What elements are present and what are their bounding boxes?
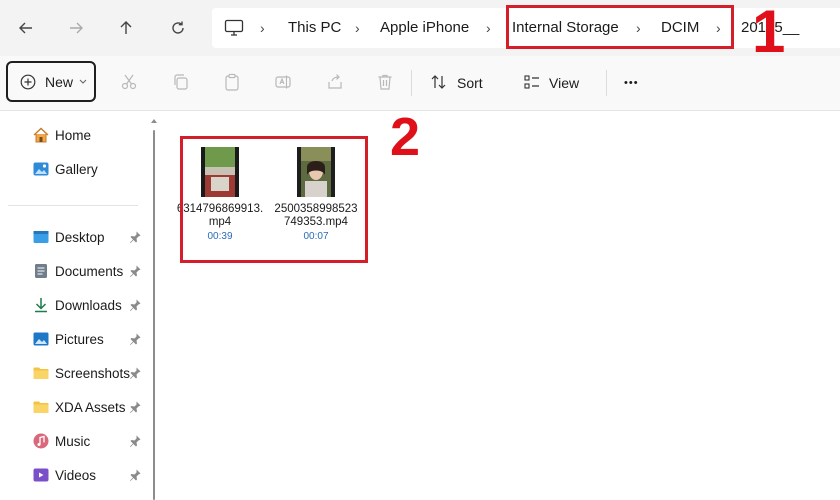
- toolbar-divider: [411, 70, 412, 96]
- new-button[interactable]: New: [6, 61, 96, 102]
- arrow-left-icon: [19, 22, 32, 34]
- view-icon-wrap[interactable]: [521, 71, 543, 93]
- download-icon: [32, 296, 50, 314]
- crumb-apple-iphone[interactable]: Apple iPhone: [380, 8, 469, 48]
- computer-icon: [224, 19, 244, 36]
- copy-icon: [174, 74, 188, 90]
- scissors-icon: [121, 74, 137, 90]
- navigation-pane: Home Gallery Desktop Documents Downloads…: [0, 111, 160, 500]
- share-button[interactable]: [324, 71, 346, 93]
- sidebar-scrollbar[interactable]: [151, 118, 157, 500]
- folder-icon: [32, 364, 50, 382]
- cut-button[interactable]: [118, 71, 140, 93]
- share-icon: [328, 74, 342, 89]
- crumb-this-pc[interactable]: This PC: [288, 8, 341, 48]
- copy-button[interactable]: [170, 71, 192, 93]
- rename-button[interactable]: [272, 71, 294, 93]
- arrow-up-icon: [120, 21, 132, 34]
- sidebar-item-documents[interactable]: Documents: [32, 259, 123, 283]
- pin-icon[interactable]: [128, 298, 142, 312]
- paste-button[interactable]: [221, 71, 243, 93]
- view-list-icon: [524, 75, 539, 89]
- highlight-box-files: [180, 136, 368, 263]
- pin-icon[interactable]: [128, 434, 142, 448]
- back-button[interactable]: [10, 12, 42, 44]
- sidebar-divider: [8, 205, 138, 206]
- sidebar-item-gallery[interactable]: Gallery: [32, 157, 98, 181]
- pin-icon[interactable]: [128, 230, 142, 244]
- desktop-folder-icon: [32, 228, 50, 246]
- sidebar-item-downloads[interactable]: Downloads: [32, 293, 122, 317]
- chevron-right-icon: ›: [486, 20, 491, 36]
- file-view: 6314796869913. mp4 00:39 2500358998523 749…: [160, 111, 840, 500]
- refresh-icon: [172, 21, 184, 34]
- scroll-up-arrow-icon: [151, 119, 157, 123]
- delete-button[interactable]: [374, 71, 396, 93]
- chevron-right-icon: ›: [260, 20, 265, 36]
- music-icon: [32, 432, 50, 450]
- sidebar-item-pictures[interactable]: Pictures: [32, 327, 104, 351]
- sidebar-item-screenshots[interactable]: Screenshots: [32, 361, 130, 385]
- sidebar-item-videos[interactable]: Videos: [32, 463, 96, 487]
- clipboard-icon: [225, 73, 239, 91]
- sidebar-item-desktop[interactable]: Desktop: [32, 225, 105, 249]
- documents-folder-icon: [32, 262, 50, 280]
- annotation-number-2: 2: [390, 107, 421, 167]
- chevron-right-icon: ›: [355, 20, 360, 36]
- more-options-button[interactable]: •••: [624, 56, 639, 110]
- pin-icon[interactable]: [128, 332, 142, 346]
- annotation-number-1: 1: [752, 0, 786, 65]
- view-button[interactable]: View: [549, 56, 579, 110]
- new-button-label: New: [45, 73, 74, 90]
- address-bar: › This PC › Apple iPhone › Internal Stor…: [0, 0, 840, 64]
- toolbar-divider: [606, 70, 607, 96]
- up-button[interactable]: [110, 12, 142, 44]
- pin-icon[interactable]: [128, 468, 142, 482]
- pin-icon[interactable]: [128, 366, 142, 380]
- folder-icon: [32, 398, 50, 416]
- trash-icon: [378, 74, 392, 90]
- sidebar-item-xda-assets[interactable]: XDA Assets: [32, 395, 126, 419]
- highlight-box-path: [506, 5, 734, 49]
- sidebar-item-home[interactable]: Home: [32, 123, 91, 147]
- home-icon: [32, 126, 50, 144]
- sort-icon: [431, 75, 446, 89]
- sidebar-item-music[interactable]: Music: [32, 429, 90, 453]
- scrollbar-thumb[interactable]: [153, 130, 155, 500]
- refresh-button[interactable]: [162, 12, 194, 44]
- sort-icon-wrap[interactable]: [428, 71, 450, 93]
- sort-button[interactable]: Sort: [457, 56, 483, 110]
- videos-icon: [32, 466, 50, 484]
- pin-icon[interactable]: [128, 400, 142, 414]
- pictures-folder-icon: [32, 330, 50, 348]
- chevron-down-icon: [79, 79, 87, 84]
- rename-icon: [275, 75, 291, 89]
- forward-button[interactable]: [60, 12, 92, 44]
- command-bar: New Sort View •••: [0, 56, 840, 141]
- gallery-icon: [32, 160, 50, 178]
- arrow-right-icon: [70, 22, 83, 34]
- pin-icon[interactable]: [128, 264, 142, 278]
- plus-circle-icon: [20, 74, 36, 89]
